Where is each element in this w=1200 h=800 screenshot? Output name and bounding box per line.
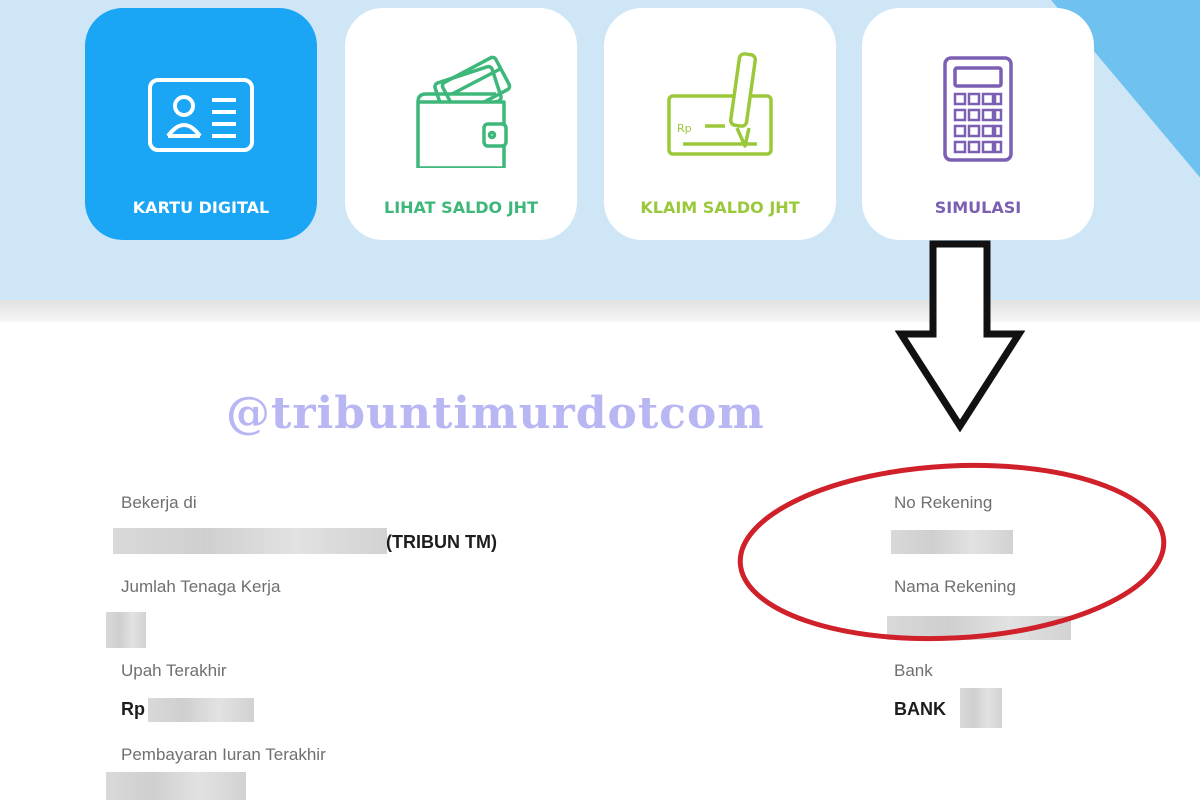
calculator-icon xyxy=(923,48,1033,168)
jumlah-tenaga-kerja-label: Jumlah Tenaga Kerja xyxy=(121,577,281,596)
menu-card-klaim-saldo-jht[interactable]: Rp KLAIM SALDO JHT xyxy=(604,8,836,240)
redacted-company-name xyxy=(113,528,387,554)
redacted-bank-name xyxy=(960,688,1002,728)
redacted-jumlah-tenaga-kerja xyxy=(106,612,146,648)
wallet-icon xyxy=(406,48,516,170)
menu-label-lihat-saldo-jht: LIHAT SALDO JHT xyxy=(384,198,538,217)
highlight-ellipse xyxy=(737,462,1167,642)
bekerja-di-value: (TRIBUN TM) xyxy=(386,532,497,552)
cheque-currency: Rp xyxy=(677,122,692,135)
menu-card-simulasi[interactable]: SIMULASI xyxy=(862,8,1094,240)
upah-terakhir-label: Upah Terakhir xyxy=(121,661,227,680)
id-card-icon xyxy=(146,48,256,168)
watermark: @tribuntimurdotcom xyxy=(226,388,765,439)
down-arrow-icon xyxy=(895,240,1025,432)
menu-card-lihat-saldo-jht[interactable]: LIHAT SALDO JHT xyxy=(345,8,577,240)
menu-label-simulasi: SIMULASI xyxy=(934,198,1022,217)
redacted-upah-amount xyxy=(148,698,254,722)
menu-label-klaim-saldo-jht: KLAIM SALDO JHT xyxy=(640,198,800,217)
bank-value: BANK xyxy=(894,699,946,719)
upah-terakhir-value: Rp xyxy=(121,699,145,719)
bekerja-di-label: Bekerja di xyxy=(121,493,197,512)
cheque-pen-icon: Rp xyxy=(665,48,775,168)
redacted-pembayaran-iuran xyxy=(106,772,246,800)
pembayaran-iuran-label: Pembayaran Iuran Terakhir xyxy=(121,745,326,764)
menu-label-kartu-digital: KARTU DIGITAL xyxy=(132,198,270,217)
bank-label: Bank xyxy=(894,661,933,680)
menu-card-kartu-digital[interactable]: KARTU DIGITAL xyxy=(85,8,317,240)
